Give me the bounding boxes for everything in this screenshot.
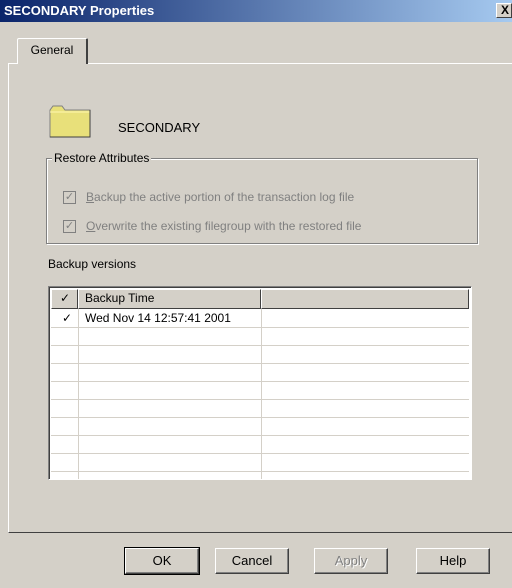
column-header-check[interactable]: ✓ xyxy=(51,289,78,309)
ok-button[interactable]: OK xyxy=(124,547,200,575)
close-button[interactable]: X xyxy=(496,3,512,18)
table-row xyxy=(51,382,469,400)
table-row xyxy=(51,454,469,472)
table-row xyxy=(51,328,469,346)
cancel-button[interactable]: Cancel xyxy=(215,548,289,574)
filegroup-name: SECONDARY xyxy=(118,120,201,135)
title-bar: SECONDARY Properties X xyxy=(0,0,512,22)
backup-log-checkbox[interactable]: ✓ xyxy=(63,191,76,204)
table-row[interactable]: ✓ Wed Nov 14 12:57:41 2001 xyxy=(51,310,469,328)
backup-versions-label: Backup versions xyxy=(48,257,137,271)
column-header-backup-time[interactable]: Backup Time xyxy=(78,289,261,309)
table-row xyxy=(51,364,469,382)
overwrite-filegroup-checkbox[interactable]: ✓ xyxy=(63,220,76,233)
table-row xyxy=(51,346,469,364)
window-title: SECONDARY Properties xyxy=(4,3,155,18)
apply-button[interactable]: Apply xyxy=(314,548,388,574)
folder-icon xyxy=(49,105,91,138)
table-row xyxy=(51,400,469,418)
row-backup-time: Wed Nov 14 12:57:41 2001 xyxy=(85,311,231,325)
backup-versions-table[interactable]: ✓ Backup Time ✓ Wed Nov 14 12:57:41 2001 xyxy=(48,286,472,480)
table-row xyxy=(51,436,469,454)
row-check-mark[interactable]: ✓ xyxy=(62,310,72,327)
backup-log-label: Backup the active portion of the transac… xyxy=(86,190,355,204)
column-header-extra[interactable] xyxy=(261,289,469,309)
table-row xyxy=(51,418,469,436)
overwrite-filegroup-label: Overwrite the existing filegroup with th… xyxy=(86,219,362,233)
restore-attributes-label: Restore Attributes xyxy=(52,151,152,165)
help-button[interactable]: Help xyxy=(416,548,490,574)
tab-general[interactable]: General xyxy=(17,38,88,64)
